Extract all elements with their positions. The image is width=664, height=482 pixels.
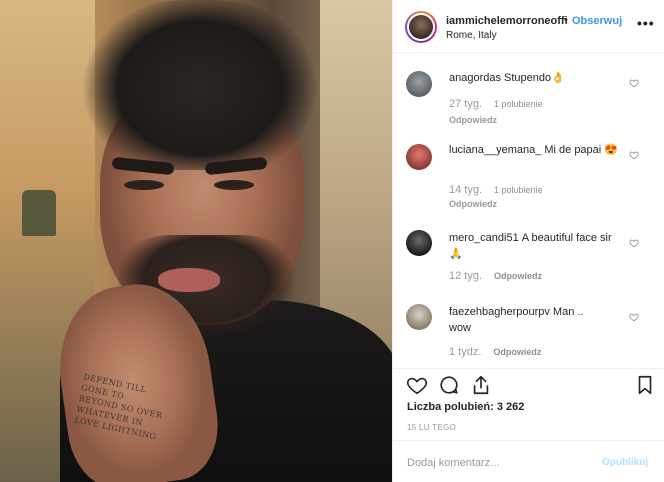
- comment-text: Stupendo👌: [504, 72, 565, 84]
- comment-username[interactable]: faezehbagherpourpv: [449, 306, 550, 318]
- share-icon[interactable]: [470, 374, 492, 396]
- comment-meta: 27 tyg. 1 polubienie: [449, 98, 555, 110]
- comment-likes[interactable]: 1 polubienie: [494, 99, 543, 109]
- reply-button[interactable]: Odpowiedz: [493, 347, 541, 357]
- reply-button[interactable]: Odpowiedz: [449, 199, 497, 209]
- comment-body: mero_candi51 A beautiful face sir🙏: [449, 230, 625, 262]
- comment-input[interactable]: [407, 453, 587, 473]
- likes-count[interactable]: Liczba polubień: 3 262: [407, 401, 524, 413]
- comment-text: Mi de papai 😍: [544, 144, 618, 156]
- left-eye: [124, 180, 164, 190]
- author-avatar[interactable]: [405, 11, 437, 43]
- author-avatar-image: [407, 13, 435, 41]
- location-link[interactable]: Rome, Italy: [446, 30, 497, 41]
- heart-icon[interactable]: [406, 374, 428, 396]
- comment-heart-icon[interactable]: [629, 312, 639, 322]
- comment-username[interactable]: luciana__yemana_: [449, 144, 541, 156]
- comment-meta: 1 tydz. Odpowiedz: [449, 346, 541, 358]
- hair: [82, 0, 317, 170]
- comment-time[interactable]: 27 tyg.: [449, 98, 482, 110]
- comment-heart-icon[interactable]: [629, 78, 639, 88]
- comment-avatar[interactable]: [406, 304, 432, 330]
- post-photo[interactable]: DEFEND TILL GONE TO BEYOND SO OVER WHATE…: [0, 0, 392, 482]
- comment-time[interactable]: 1 tydz.: [449, 346, 481, 358]
- bookmark-icon[interactable]: [634, 374, 656, 396]
- comment-avatar[interactable]: [406, 71, 432, 97]
- comment-bubble-icon[interactable]: [438, 374, 460, 396]
- comment-avatar[interactable]: [406, 230, 432, 256]
- comment-meta: 14 tyg. 1 polubienie: [449, 184, 555, 196]
- comment-heart-icon[interactable]: [629, 150, 639, 160]
- author-username[interactable]: iammichelemorroneoffi: [446, 15, 568, 27]
- comment-body: faezehbagherpourpv Man .. wow: [449, 304, 589, 336]
- post-sidebar: iammichelemorroneoffi • Obserwuj Rome, I…: [392, 0, 664, 482]
- post-date[interactable]: 15 LU TEGO: [407, 423, 456, 432]
- comment-meta: 12 tyg. Odpowiedz: [449, 270, 542, 282]
- reply-button[interactable]: Odpowiedz: [494, 271, 542, 281]
- comment-avatar[interactable]: [406, 144, 432, 170]
- post-actions: [393, 368, 664, 400]
- comment-heart-icon[interactable]: [629, 238, 639, 248]
- comment-body: anagordas Stupendo👌: [449, 70, 625, 86]
- reply-button[interactable]: Odpowiedz: [449, 115, 497, 125]
- separator-dot: •: [564, 14, 568, 26]
- comment-username[interactable]: anagordas: [449, 72, 501, 84]
- comment-likes[interactable]: 1 polubienie: [494, 185, 543, 195]
- add-comment-bar: Opublikuj: [393, 440, 664, 482]
- street-lamp: [22, 190, 56, 236]
- follow-button[interactable]: Obserwuj: [572, 15, 622, 27]
- comment-username[interactable]: mero_candi51: [449, 232, 519, 244]
- lips: [158, 268, 220, 292]
- comments-list[interactable]: anagordas Stupendo👌 27 tyg. 1 polubienie O…: [393, 54, 664, 368]
- comment-time[interactable]: 12 tyg.: [449, 270, 482, 282]
- more-options-icon[interactable]: •••: [637, 15, 655, 31]
- comment-time[interactable]: 14 tyg.: [449, 184, 482, 196]
- right-eye: [214, 180, 254, 190]
- comment-body: luciana__yemana_ Mi de papai 😍: [449, 142, 625, 158]
- post-header: iammichelemorroneoffi • Obserwuj Rome, I…: [393, 0, 664, 53]
- publish-button[interactable]: Opublikuj: [602, 457, 648, 468]
